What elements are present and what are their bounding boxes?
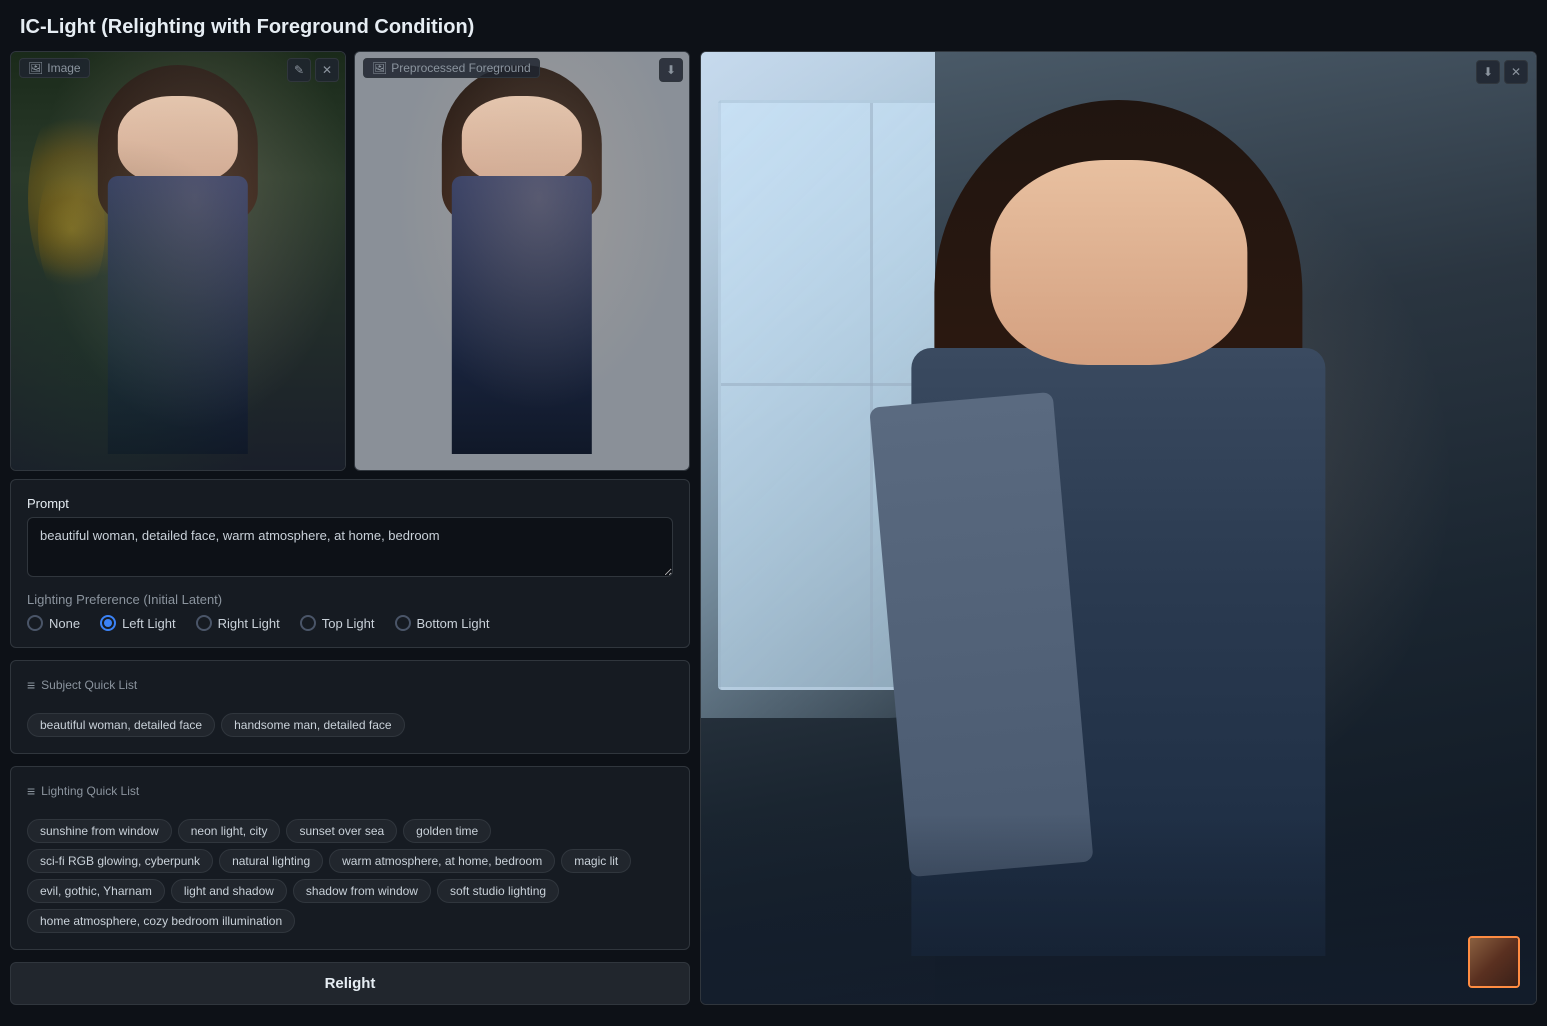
preprocessed-image-display xyxy=(355,52,689,470)
window-cross-vertical xyxy=(870,103,873,687)
preprocessed-image-label: 🖼 Preprocessed Foreground xyxy=(363,58,540,78)
preprocessed-image-container: 🖼 Preprocessed Foreground ⬇ xyxy=(354,51,690,471)
lighting-radio-group: None Left Light Right Light Top Light xyxy=(27,615,673,631)
main-layout: 🖼 Image ✎ ✕ xyxy=(0,51,1547,1015)
prompt-label: Prompt xyxy=(27,496,673,511)
subject-quick-list-title: Subject Quick List xyxy=(27,677,673,693)
radio-right-light-label: Right Light xyxy=(218,616,280,631)
tag-light-and-shadow[interactable]: light and shadow xyxy=(171,879,287,903)
radio-none-circle xyxy=(27,615,43,631)
input-image-container: 🖼 Image ✎ ✕ xyxy=(10,51,346,471)
radio-left-light[interactable]: Left Light xyxy=(100,615,176,631)
radio-top-light-label: Top Light xyxy=(322,616,375,631)
radio-right-light[interactable]: Right Light xyxy=(196,615,280,631)
tag-sunshine-from-window[interactable]: sunshine from window xyxy=(27,819,172,843)
download-preprocessed-button[interactable]: ⬇ xyxy=(659,58,683,82)
tag-magic-lit[interactable]: magic lit xyxy=(561,849,631,873)
lighting-quick-list-title: Lighting Quick List xyxy=(27,783,673,799)
radio-none-label: None xyxy=(49,616,80,631)
image-row: 🖼 Image ✎ ✕ xyxy=(10,51,690,471)
radio-bottom-light-label: Bottom Light xyxy=(417,616,490,631)
edit-image-button[interactable]: ✎ xyxy=(287,58,311,82)
subject-tag-list: beautiful woman, detailed face handsome … xyxy=(27,713,673,737)
input-image-controls: ✎ ✕ xyxy=(287,58,339,82)
app-title: IC-Light (Relighting with Foreground Con… xyxy=(0,0,1547,51)
image-icon: 🖼 xyxy=(28,61,43,75)
tag-neon-light-city[interactable]: neon light, city xyxy=(178,819,281,843)
settings-panel: Prompt Lighting Preference (Initial Late… xyxy=(10,479,690,648)
subject-tag-handsome-man[interactable]: handsome man, detailed face xyxy=(221,713,404,737)
radio-left-light-circle xyxy=(100,615,116,631)
right-panel-controls: ⬇ ✕ xyxy=(1476,60,1528,84)
tag-natural-lighting[interactable]: natural lighting xyxy=(219,849,323,873)
tag-golden-time[interactable]: golden time xyxy=(403,819,491,843)
radio-bottom-light-circle xyxy=(395,615,411,631)
radio-left-light-label: Left Light xyxy=(122,616,176,631)
radio-right-light-circle xyxy=(196,615,212,631)
download-output-button[interactable]: ⬇ xyxy=(1476,60,1500,84)
relight-button[interactable]: Relight xyxy=(10,962,690,1005)
prompt-textarea[interactable] xyxy=(27,517,673,577)
lighting-tag-list: sunshine from window neon light, city su… xyxy=(27,819,673,933)
prompt-section: Prompt xyxy=(27,496,673,580)
tag-sunset-over-sea[interactable]: sunset over sea xyxy=(286,819,397,843)
radio-bottom-light[interactable]: Bottom Light xyxy=(395,615,490,631)
tag-evil-gothic[interactable]: evil, gothic, Yharnam xyxy=(27,879,165,903)
preprocessed-image-controls: ⬇ xyxy=(659,58,683,82)
output-image xyxy=(701,52,1536,1004)
preprocessed-image-icon: 🖼 xyxy=(372,61,387,75)
tag-soft-studio-lighting[interactable]: soft studio lighting xyxy=(437,879,559,903)
radio-none[interactable]: None xyxy=(27,615,80,631)
lighting-preference-section: Lighting Preference (Initial Latent) Non… xyxy=(27,592,673,631)
subject-tag-beautiful-woman[interactable]: beautiful woman, detailed face xyxy=(27,713,215,737)
right-panel: ⬇ ✕ xyxy=(700,51,1537,1005)
lighting-quick-list-section: Lighting Quick List sunshine from window… xyxy=(10,766,690,950)
close-input-image-button[interactable]: ✕ xyxy=(315,58,339,82)
tag-home-atmosphere[interactable]: home atmosphere, cozy bedroom illuminati… xyxy=(27,909,295,933)
tag-warm-atmosphere[interactable]: warm atmosphere, at home, bedroom xyxy=(329,849,555,873)
tag-scifi-rgb[interactable]: sci-fi RGB glowing, cyberpunk xyxy=(27,849,213,873)
input-image-label: 🖼 Image xyxy=(19,58,90,78)
radio-top-light[interactable]: Top Light xyxy=(300,615,375,631)
close-output-button[interactable]: ✕ xyxy=(1504,60,1528,84)
radio-top-light-circle xyxy=(300,615,316,631)
input-image-display xyxy=(11,52,345,470)
left-panel: 🖼 Image ✎ ✕ xyxy=(10,51,690,1005)
tag-shadow-from-window[interactable]: shadow from window xyxy=(293,879,431,903)
output-thumbnail[interactable] xyxy=(1468,936,1520,988)
subject-quick-list-section: Subject Quick List beautiful woman, deta… xyxy=(10,660,690,754)
lighting-preference-label: Lighting Preference (Initial Latent) xyxy=(27,592,673,607)
thumbnail-strip xyxy=(1468,936,1520,988)
